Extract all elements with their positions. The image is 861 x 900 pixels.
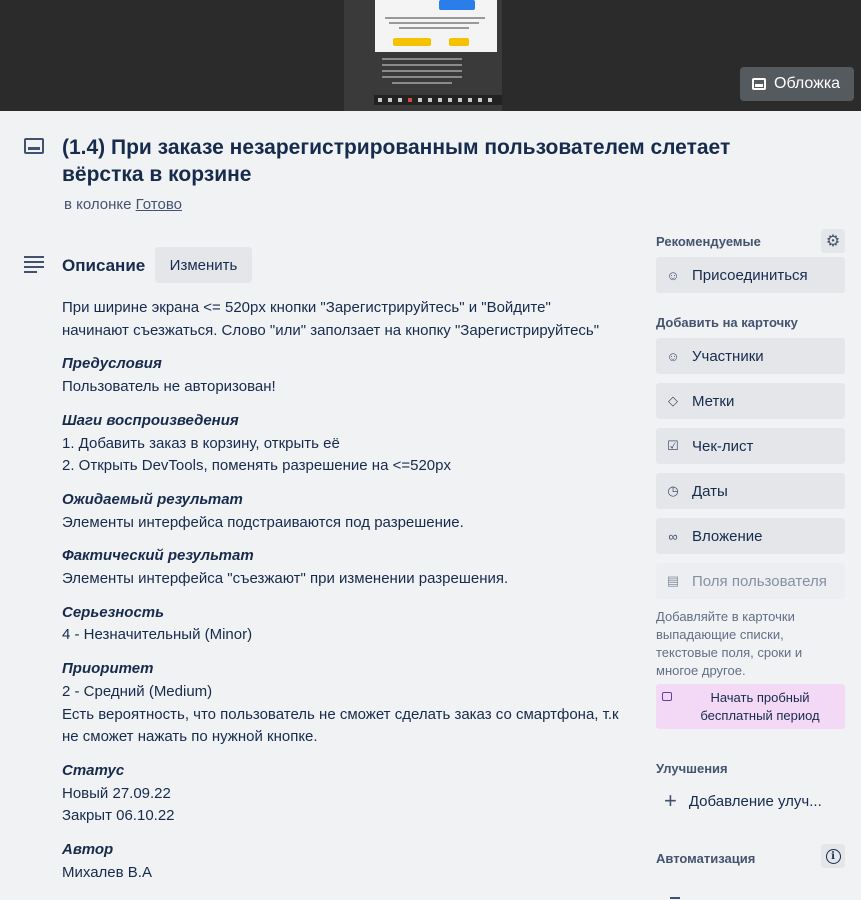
- status-new: Новый 27.09.22: [62, 784, 171, 802]
- steps-heading: Шаги воспроизведения: [62, 411, 239, 429]
- attachment-button[interactable]: ∞ Вложение: [656, 518, 845, 554]
- members-label: Участники: [692, 347, 764, 365]
- join-label: Присоединиться: [692, 266, 808, 284]
- custom-fields-button[interactable]: ▤ Поля пользователя: [656, 563, 845, 599]
- card-cover: Обложка: [0, 0, 861, 111]
- description-body[interactable]: При ширине экрана <= 520px кнопки "Зарег…: [62, 297, 637, 884]
- attachment-label: Вложение: [692, 527, 763, 545]
- labels-label: Метки: [692, 392, 735, 410]
- in-list-prefix: в колонке: [64, 196, 132, 213]
- checklist-label: Чек-лист: [692, 437, 754, 455]
- status-heading: Статус: [62, 761, 125, 779]
- description-heading: Описание: [62, 256, 146, 275]
- plus-icon: +: [664, 788, 677, 813]
- join-button[interactable]: ☺ Присоединиться: [656, 257, 845, 293]
- add-to-card-heading: Добавить на карточку: [656, 315, 798, 330]
- user-icon: ☺: [666, 267, 680, 283]
- labels-button[interactable]: ◇ Метки: [656, 383, 845, 419]
- priority-note: Есть вероятность, что пользователь не см…: [62, 705, 619, 723]
- card-list-info: в колонке Готово: [64, 196, 182, 213]
- severity-text: 4 - Незначительный (Minor): [62, 626, 253, 644]
- powerups-heading: Улучшения: [656, 761, 728, 776]
- trial-label: Начать пробный бесплатный период: [700, 690, 820, 723]
- custom-fields-label: Поля пользователя: [692, 572, 827, 590]
- start-trial-button[interactable]: Начать пробный бесплатный период: [656, 684, 845, 729]
- custom-fields-hint: Добавляйте в карточки выпадающие списки,…: [656, 609, 803, 678]
- preconditions-text: Пользователь не авторизован!: [62, 378, 276, 396]
- description-icon: [24, 256, 44, 273]
- intro-line: начинают съезжаться. Слово "или" заполза…: [62, 321, 600, 339]
- members-button[interactable]: ☺ Участники: [656, 338, 845, 374]
- clock-icon: ◷: [667, 483, 679, 498]
- severity-heading: Серьезность: [62, 603, 165, 621]
- priority-heading: Приоритет: [62, 660, 154, 678]
- actual-heading: Фактический результат: [62, 547, 254, 565]
- checkbox-icon: ☑: [667, 438, 679, 453]
- edit-description-button[interactable]: Изменить: [155, 247, 252, 283]
- custom-fields-icon: ▤: [666, 573, 680, 588]
- status-closed: Закрыт 06.10.22: [62, 807, 175, 825]
- card-cover-icon: [752, 78, 766, 90]
- step-item: 2. Открыть DevTools, поменять разрешение…: [62, 457, 451, 475]
- add-powerup-label: Добавление улуч...: [688, 792, 822, 810]
- actual-text: Элементы интерфейса "съезжают" при измен…: [62, 570, 509, 588]
- priority-note: не сможет нажать по нужной кнопке.: [62, 728, 318, 746]
- checklist-button[interactable]: ☑ Чек-лист: [656, 428, 845, 464]
- cover-image: [344, 0, 502, 111]
- intro-line: При ширине экрана <= 520px кнопки "Зарег…: [62, 299, 551, 316]
- list-link[interactable]: Готово: [136, 196, 182, 213]
- automation-heading: Автоматизация: [656, 851, 756, 866]
- gear-icon[interactable]: ⚙: [821, 229, 845, 253]
- suggested-heading: Рекомендуемые: [656, 234, 761, 249]
- card-title[interactable]: (1.4) При заказе незарегистрированным по…: [62, 134, 802, 188]
- author-text: Михалев В.А: [62, 863, 152, 881]
- priority-text: 2 - Средний (Medium): [62, 682, 213, 700]
- expected-text: Элементы интерфейса подстраиваются под р…: [62, 513, 464, 531]
- dates-label: Даты: [692, 482, 728, 500]
- info-icon[interactable]: i: [821, 844, 845, 868]
- plus-icon: [670, 893, 730, 900]
- tag-icon: ◇: [668, 393, 678, 408]
- user-icon: ☺: [666, 348, 680, 364]
- expected-heading: Ожидаемый результат: [62, 490, 243, 508]
- step-item: 1. Добавить заказ в корзину, открыть её: [62, 434, 340, 452]
- dates-button[interactable]: ◷ Даты: [656, 473, 845, 509]
- card-icon: [24, 138, 44, 156]
- briefcase-icon: [662, 692, 672, 701]
- preconditions-heading: Предусловия: [62, 355, 162, 373]
- cover-button-label: Обложка: [774, 75, 841, 92]
- author-heading: Автор: [62, 841, 114, 859]
- add-powerup-button[interactable]: + Добавление улуч...: [656, 783, 845, 819]
- cover-button[interactable]: Обложка: [740, 67, 854, 101]
- paperclip-icon: ∞: [668, 528, 678, 544]
